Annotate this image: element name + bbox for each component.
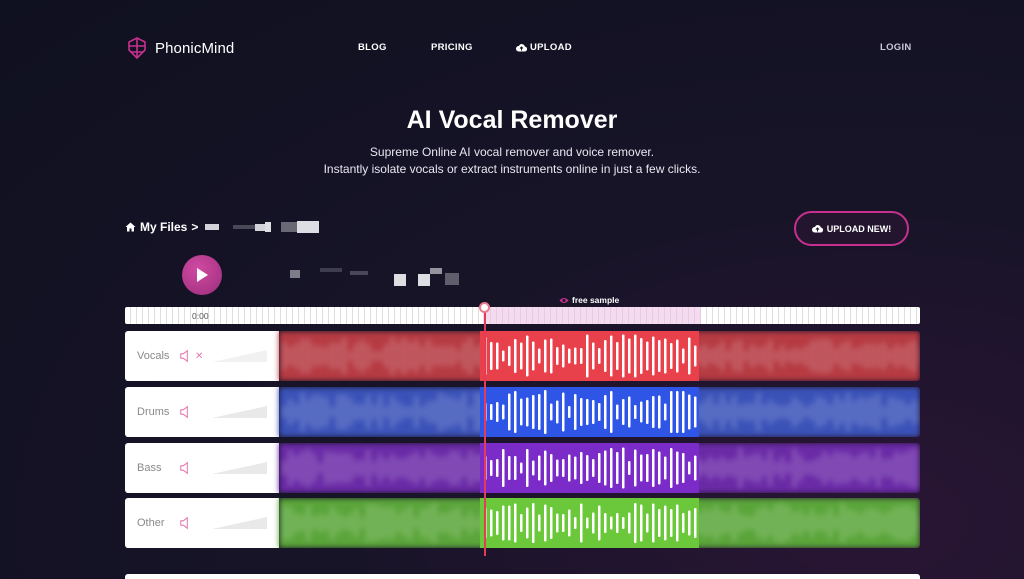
speaker-icon[interactable] xyxy=(179,349,193,363)
logo[interactable]: PhonicMind xyxy=(125,36,234,60)
waveform[interactable] xyxy=(279,387,920,437)
play-button[interactable] xyxy=(182,255,222,295)
current-time: 0:00 xyxy=(192,311,209,321)
page-subtitle: Supreme Online AI vocal remover and voic… xyxy=(0,144,1024,178)
track-controls: Drums xyxy=(125,387,279,437)
waveform[interactable] xyxy=(279,498,920,548)
track-name: Vocals xyxy=(137,350,170,362)
track-drums: Drums xyxy=(125,387,920,437)
mute-x-icon[interactable]: ✕ xyxy=(195,351,203,362)
nav-upload[interactable]: UPLOAD xyxy=(516,42,572,53)
track-vocals: Vocals ✕ xyxy=(125,331,920,381)
volume-slider[interactable] xyxy=(212,349,267,363)
nav-blog[interactable]: BLOG xyxy=(358,42,387,53)
speaker-icon[interactable] xyxy=(179,405,193,419)
upload-new-label: UPLOAD NEW! xyxy=(826,223,892,234)
cloud-upload-icon xyxy=(811,225,823,233)
home-icon xyxy=(125,222,136,232)
nav-login[interactable]: LOGIN xyxy=(880,42,912,53)
volume-slider[interactable] xyxy=(212,516,267,530)
sample-waveform xyxy=(480,498,699,548)
bottom-panel xyxy=(125,574,920,579)
track-controls: Vocals ✕ xyxy=(125,331,279,381)
play-icon xyxy=(197,268,208,282)
track-other: Other xyxy=(125,498,920,548)
waveform[interactable] xyxy=(279,331,920,381)
free-sample-label: free sample xyxy=(559,295,619,305)
playhead-line xyxy=(484,304,486,556)
nav-upload-label: UPLOAD xyxy=(530,42,572,53)
top-nav: PhonicMind BLOG PRICING UPLOAD LOGIN xyxy=(0,0,1024,95)
page-title: AI Vocal Remover xyxy=(406,106,618,134)
subtitle-line-1: Supreme Online AI vocal remover and voic… xyxy=(369,145,655,159)
subtitle-line-2: Instantly isolate vocals or extract inst… xyxy=(323,162,701,176)
timeline-ruler[interactable]: 0:00 xyxy=(125,307,920,324)
track-name: Drums xyxy=(137,406,170,418)
track-name: Other xyxy=(137,517,165,529)
upload-new-button[interactable]: UPLOAD NEW! xyxy=(794,211,909,246)
brain-logo-icon xyxy=(128,37,146,60)
breadcrumb-my-files[interactable]: My Files xyxy=(140,220,187,234)
track-name: Bass xyxy=(137,462,162,474)
speaker-icon[interactable] xyxy=(179,461,193,475)
track-controls: Bass xyxy=(125,443,279,493)
volume-slider[interactable] xyxy=(212,461,267,475)
breadcrumb-filename-redacted xyxy=(205,221,320,233)
breadcrumb-separator: > xyxy=(191,220,199,234)
free-sample-text: free sample xyxy=(572,295,620,305)
waveform[interactable] xyxy=(279,443,920,493)
logo-text: PhonicMind xyxy=(155,39,235,57)
track-controls: Other xyxy=(125,498,279,548)
nav-pricing[interactable]: PRICING xyxy=(431,42,473,53)
free-sample-region xyxy=(483,307,701,324)
sample-waveform xyxy=(480,443,699,493)
cloud-upload-icon xyxy=(516,44,527,52)
eye-icon xyxy=(559,297,569,303)
volume-slider[interactable] xyxy=(212,405,267,419)
sample-waveform xyxy=(480,331,699,381)
track-bass: Bass xyxy=(125,443,920,493)
sample-waveform xyxy=(480,387,699,437)
speaker-icon[interactable] xyxy=(179,516,193,530)
breadcrumb: My Files > xyxy=(125,220,320,234)
playhead-handle[interactable] xyxy=(479,302,490,313)
